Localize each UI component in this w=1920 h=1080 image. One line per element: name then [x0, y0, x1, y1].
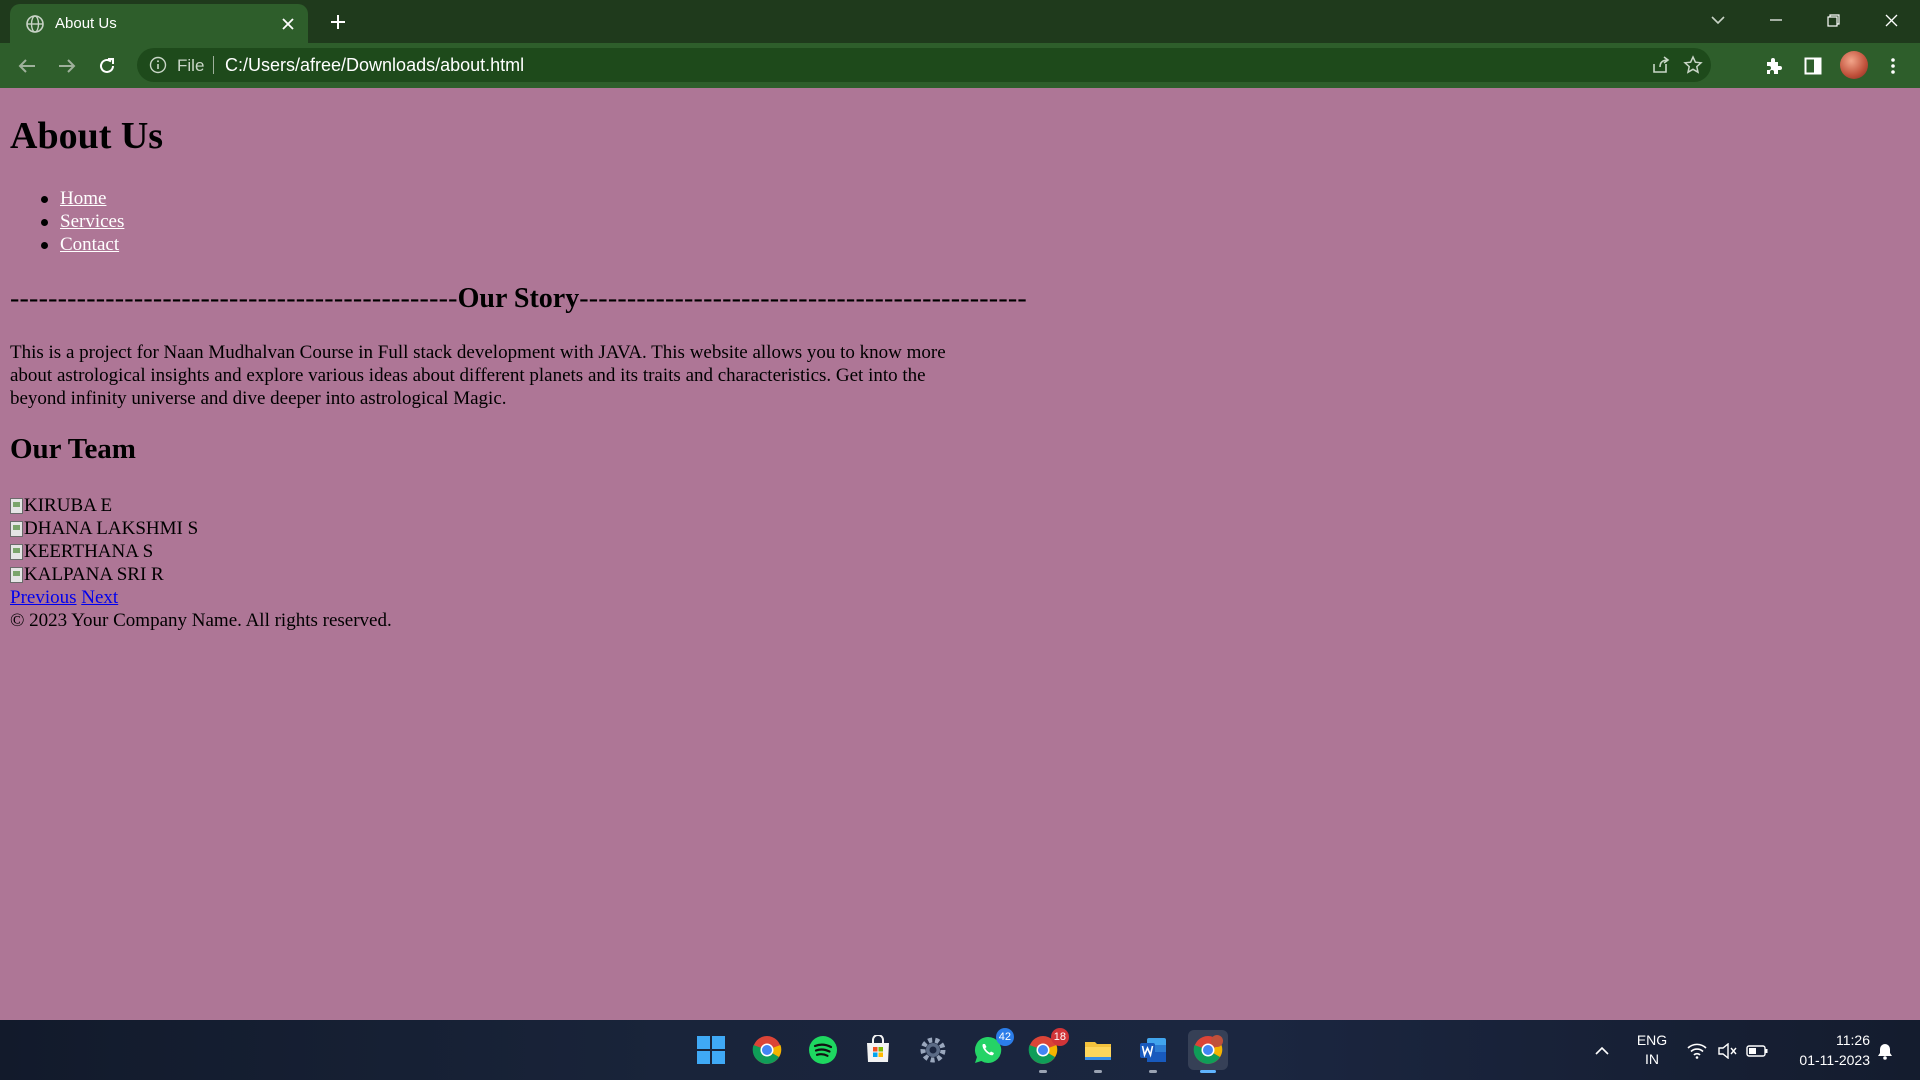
address-separator	[213, 56, 214, 74]
extensions-icon[interactable]	[1760, 53, 1786, 79]
chrome-profile-badge: 18	[1050, 1028, 1069, 1046]
nav-item-contact: Contact	[40, 233, 124, 256]
language-code: ENG	[1636, 1032, 1668, 1048]
whatsapp-taskbar-button[interactable]: 42	[968, 1028, 1014, 1070]
show-hidden-icons-chevron-icon[interactable]	[1591, 1040, 1613, 1062]
tab-title: About Us	[55, 15, 117, 32]
profile-avatar[interactable]	[1840, 51, 1868, 79]
side-panel-icon[interactable]	[1800, 53, 1826, 79]
bookmark-star-icon[interactable]	[1683, 55, 1703, 75]
address-url[interactable]: C:/Users/afree/Downloads/about.html	[225, 55, 524, 76]
wifi-icon[interactable]	[1686, 1040, 1708, 1062]
running-indicator	[1039, 1070, 1047, 1073]
settings-icon	[920, 1037, 946, 1063]
word-taskbar-button[interactable]	[1133, 1030, 1173, 1073]
minimize-button[interactable]	[1758, 6, 1794, 34]
word-icon	[1140, 1038, 1166, 1062]
team-list: KIRUBA E DHANA LAKSHMI S KEERTHANA S KAL…	[10, 494, 392, 632]
broken-image-icon	[10, 520, 23, 537]
clock[interactable]: 11:26 01-11-2023	[1778, 1030, 1870, 1070]
file-explorer-taskbar-button[interactable]	[1078, 1030, 1118, 1073]
team-heading: Our Team	[10, 433, 136, 465]
chrome-taskbar-button[interactable]	[747, 1030, 787, 1070]
site-nav: Home Services Contact	[40, 187, 124, 256]
chrome-active-taskbar-button[interactable]	[1188, 1030, 1228, 1073]
story-dashes-left: ----------------------------------------…	[10, 283, 458, 314]
tab-search-chevron-icon[interactable]	[1700, 6, 1736, 34]
windows-start-icon	[697, 1036, 725, 1064]
close-window-button[interactable]	[1873, 6, 1909, 34]
browser-toolbar: File C:/Users/afree/Downloads/about.html	[0, 43, 1920, 88]
clock-time: 11:26	[1836, 1032, 1870, 1048]
chrome-profile-taskbar-button[interactable]: 18	[1023, 1028, 1069, 1073]
team-member-name: DHANA LAKSHMI S	[24, 518, 199, 539]
team-member: KALPANA SRI R	[10, 563, 392, 586]
spotify-icon	[809, 1036, 837, 1064]
team-member-name: KIRUBA E	[24, 495, 113, 516]
language-indicator[interactable]: ENG IN	[1630, 1031, 1674, 1069]
whatsapp-badge: 42	[995, 1028, 1014, 1046]
team-member-name: KALPANA SRI R	[24, 564, 164, 585]
story-paragraph: This is a project for Naan Mudhalvan Cou…	[10, 342, 946, 409]
footer-copyright: © 2023 Your Company Name. All rights res…	[10, 610, 392, 631]
chrome-icon	[752, 1036, 782, 1064]
file-explorer-icon	[1085, 1042, 1111, 1060]
spotify-taskbar-button[interactable]	[803, 1030, 843, 1070]
globe-icon	[25, 14, 45, 34]
address-scheme-label: File	[177, 56, 205, 75]
forward-button[interactable]	[52, 51, 82, 81]
running-indicator	[1149, 1070, 1157, 1073]
windows-start-button[interactable]	[691, 1030, 731, 1070]
story-dashes-right: ----------------------------------------…	[579, 283, 1027, 314]
running-indicator	[1200, 1070, 1216, 1073]
page-content: About Us Home Services Contact ---------…	[0, 88, 1920, 1020]
chrome-menu-icon[interactable]	[1880, 53, 1906, 79]
nav-link-services[interactable]: Services	[60, 211, 124, 232]
volume-muted-icon[interactable]	[1716, 1040, 1738, 1062]
team-member: KIRUBA E	[10, 494, 392, 517]
broken-image-icon	[10, 497, 23, 514]
story-heading: ----------------------------------------…	[10, 283, 1027, 315]
running-indicator	[1094, 1070, 1102, 1073]
page-title: About Us	[10, 115, 164, 157]
tab-strip: About Us	[0, 0, 1920, 43]
settings-taskbar-button[interactable]	[913, 1030, 953, 1070]
team-member: KEERTHANA S	[10, 540, 392, 563]
team-member: DHANA LAKSHMI S	[10, 517, 392, 540]
back-button[interactable]	[12, 51, 42, 81]
broken-image-icon	[10, 566, 23, 583]
share-icon[interactable]	[1651, 55, 1671, 75]
restore-button[interactable]	[1815, 6, 1851, 34]
chrome-active-icon	[1193, 1035, 1223, 1064]
nav-link-contact[interactable]: Contact	[60, 234, 119, 255]
address-bar[interactable]: File C:/Users/afree/Downloads/about.html	[137, 48, 1711, 82]
clock-date: 01-11-2023	[1799, 1052, 1870, 1068]
pager: Previous Next	[10, 586, 392, 609]
battery-icon[interactable]	[1746, 1040, 1768, 1062]
site-info-icon[interactable]	[149, 56, 167, 74]
next-link[interactable]: Next	[81, 587, 118, 608]
close-tab-icon[interactable]	[278, 14, 298, 34]
microsoft-store-icon	[867, 1035, 889, 1062]
nav-item-services: Services	[40, 210, 124, 233]
nav-item-home: Home	[40, 187, 124, 210]
story-heading-text: Our Story	[457, 283, 580, 314]
team-member-name: KEERTHANA S	[24, 541, 154, 562]
new-tab-button[interactable]	[324, 9, 352, 35]
nav-link-home[interactable]: Home	[60, 188, 106, 209]
notification-bell-icon[interactable]	[1874, 1040, 1896, 1062]
previous-link[interactable]: Previous	[10, 587, 77, 608]
tab-about-us[interactable]: About Us	[10, 4, 308, 43]
reload-button[interactable]	[92, 51, 122, 81]
region-code: IN	[1645, 1051, 1659, 1067]
broken-image-icon	[10, 543, 23, 560]
microsoft-store-taskbar-button[interactable]	[858, 1030, 898, 1070]
